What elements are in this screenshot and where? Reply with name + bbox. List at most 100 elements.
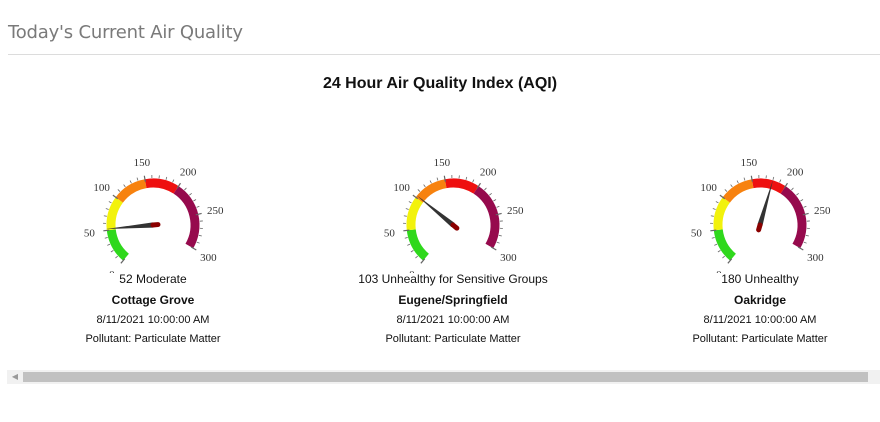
gauge-minor-tick xyxy=(110,250,114,253)
gauge-minor-tick xyxy=(423,184,426,188)
gauge-minor-tick xyxy=(172,179,175,183)
gauge-minor-tick xyxy=(404,237,408,239)
gauge-minor-tick xyxy=(136,177,139,181)
aqi-reading: 103 Unhealthy for Sensitive Groups xyxy=(358,272,548,286)
gauge-band-1 xyxy=(106,197,124,231)
gauge-minor-tick xyxy=(184,187,187,191)
gauge-band-2 xyxy=(415,179,447,203)
gauge-minor-tick xyxy=(429,180,432,184)
gauge-minor-tick xyxy=(410,250,414,253)
gauge-tick-label: 50 xyxy=(384,227,396,239)
reading-datetime: 8/11/2021 10:00:00 AM xyxy=(396,314,510,326)
gauge-minor-tick xyxy=(803,205,807,208)
gauge-minor-tick xyxy=(193,199,197,202)
gauge-minor-tick xyxy=(722,255,725,259)
gauge-minor-tick xyxy=(117,189,121,192)
gauge-minor-tick xyxy=(196,241,200,244)
gauge-minor-tick xyxy=(498,234,502,237)
gauge-major-tick xyxy=(710,229,717,232)
gauge-eugene-springfield: 050100150200250300 103 Unhealthy for Sen… xyxy=(333,143,573,348)
gauge-minor-tick xyxy=(407,243,411,246)
gauge-band-1 xyxy=(713,197,731,231)
gauge-tick-label: 250 xyxy=(814,205,831,217)
chart-title: 24 Hour Air Quality Index (AQI) xyxy=(322,75,558,92)
gauge-dial: 050100150200250300 xyxy=(691,157,831,273)
gauge-minor-tick xyxy=(711,237,715,239)
gauge-minor-tick xyxy=(496,205,500,208)
gauge-minor-tick xyxy=(714,243,718,246)
gauge-minor-tick xyxy=(405,208,409,210)
gauge-band-1 xyxy=(406,197,424,231)
gauge-minor-tick xyxy=(115,255,118,259)
pollutant-label: Pollutant: Particulate Matter xyxy=(85,333,221,345)
gauge-tick-label: 200 xyxy=(480,167,497,179)
gauge-minor-tick xyxy=(465,176,468,180)
gauge-minor-tick xyxy=(165,176,168,180)
gauge-tick-label: 300 xyxy=(200,252,217,264)
gauge-minor-tick xyxy=(800,199,804,202)
gauge-minor-tick xyxy=(107,243,111,246)
gauge-minor-tick xyxy=(796,192,799,196)
gauge-minor-tick xyxy=(805,234,809,237)
gauge-band-0 xyxy=(406,229,430,261)
gauge-minor-tick xyxy=(791,187,794,191)
reading-datetime: 8/11/2021 10:00:00 AM xyxy=(703,314,817,326)
reading-datetime: 8/11/2021 10:00:00 AM xyxy=(96,314,210,326)
station-name: Cottage Grove xyxy=(111,293,195,307)
gauge-tick-label: 100 xyxy=(700,182,717,194)
gauge-needle-base xyxy=(450,222,460,231)
gauge-major-tick xyxy=(103,229,110,232)
gauge-minor-tick xyxy=(772,176,775,180)
gauge-band-4 xyxy=(780,186,807,249)
gauge-cottage-grove: 050100150200250300 52 Moderate Cottage G… xyxy=(33,143,273,348)
gauge-minor-tick xyxy=(717,250,721,253)
gauge-minor-tick xyxy=(105,208,109,210)
aqi-reading: 52 Moderate xyxy=(119,272,187,286)
gauge-band-2 xyxy=(722,179,754,203)
gauge-tick-label: 250 xyxy=(507,205,524,217)
page-heading: Today's Current Air Quality xyxy=(8,22,243,43)
gauge-minor-tick xyxy=(496,241,500,244)
gauge-minor-tick xyxy=(484,187,487,191)
scrollbar-thumb[interactable] xyxy=(23,372,868,382)
gauge-minor-tick xyxy=(489,192,492,196)
gauge-tick-label: 300 xyxy=(500,252,517,264)
gauge-oakridge: 050100150200250300 180 Unhealthy Oakridg… xyxy=(640,143,880,348)
gauge-band-0 xyxy=(106,229,130,261)
heading-divider xyxy=(8,54,880,55)
gauge-minor-tick xyxy=(712,208,716,210)
gauge-minor-tick xyxy=(415,255,418,259)
gauge-minor-tick xyxy=(123,184,126,188)
gauge-tick-label: 150 xyxy=(741,157,758,169)
gauge-tick-label: 50 xyxy=(691,227,703,239)
gauge-band-3 xyxy=(751,178,786,194)
gauge-band-4 xyxy=(173,186,200,249)
gauge-major-tick xyxy=(403,229,410,232)
gauge-minor-tick xyxy=(408,201,412,204)
gauge-tick-label: 150 xyxy=(434,157,451,169)
gauge-minor-tick xyxy=(103,215,107,217)
gauge-band-0 xyxy=(713,229,737,261)
gauge-tick-label: 250 xyxy=(207,205,224,217)
horizontal-scrollbar[interactable]: ◀ xyxy=(7,370,880,384)
scroll-left-arrow-icon[interactable]: ◀ xyxy=(9,370,21,384)
gauge-needle xyxy=(416,195,455,228)
gauge-dial: 050100150200250300 xyxy=(84,157,224,273)
gauge-tick-label: 200 xyxy=(787,167,804,179)
gauge-tick-label: 100 xyxy=(393,182,410,194)
gauge-minor-tick xyxy=(104,237,108,239)
gauge-minor-tick xyxy=(710,215,714,217)
gauge-minor-tick xyxy=(779,179,782,183)
gauge-minor-tick xyxy=(436,177,439,181)
gauge-minor-tick xyxy=(803,241,807,244)
gauge-dial: 050100150200250300 xyxy=(384,157,524,273)
gauge-minor-tick xyxy=(743,177,746,181)
gauge-tick-label: 300 xyxy=(807,252,824,264)
pollutant-label: Pollutant: Particulate Matter xyxy=(692,333,828,345)
gauge-tick-label: 200 xyxy=(180,167,197,179)
gauge-minor-tick xyxy=(472,179,475,183)
gauge-minor-tick xyxy=(189,192,192,196)
gauge-minor-tick xyxy=(129,180,132,184)
gauge-band-3 xyxy=(444,178,479,194)
gauge-minor-tick xyxy=(198,234,202,237)
